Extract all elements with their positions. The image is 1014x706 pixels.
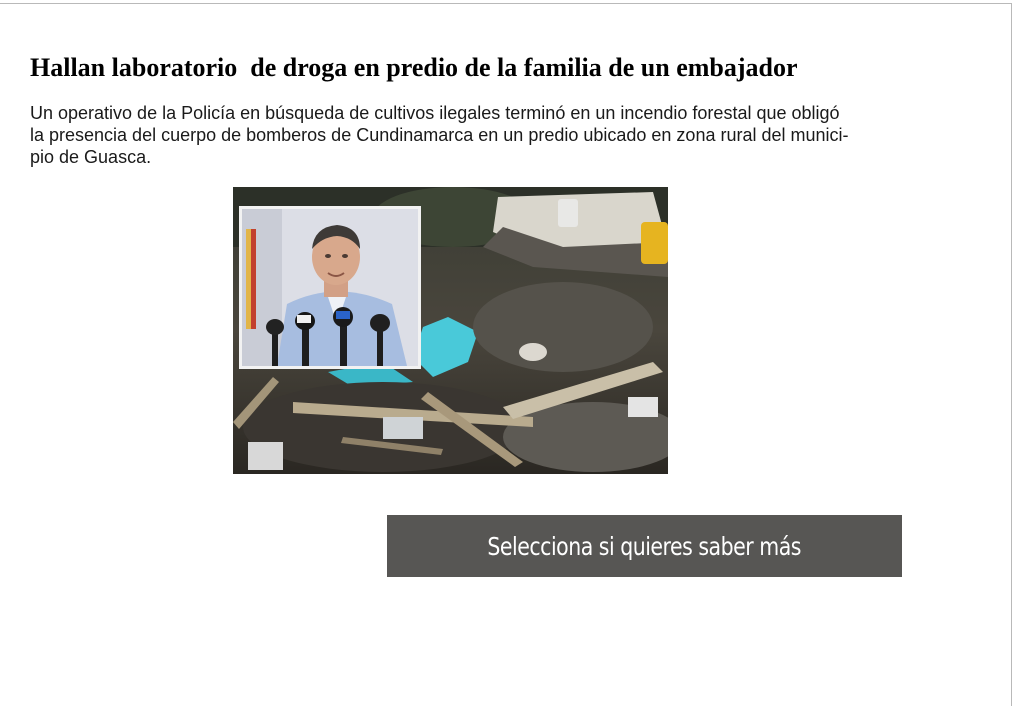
lead-line: la presencia del cuerpo de bomberos de C…	[30, 125, 849, 145]
press-conference-image	[242, 209, 418, 366]
article-lead: Un operativo de la Policía en búsqueda d…	[30, 102, 930, 168]
learn-more-button[interactable]: Selecciona si quieres saber más	[387, 515, 902, 577]
lead-line: pio de Guasca.	[30, 147, 152, 167]
top-divider	[0, 3, 1012, 4]
learn-more-label: Selecciona si quieres saber más	[487, 531, 802, 561]
inset-photo-press-conference	[239, 206, 421, 369]
lead-line: Un operativo de la Policía en búsqueda d…	[30, 103, 840, 123]
right-divider	[1011, 3, 1012, 706]
page: Hallan laboratorio de droga en predio de…	[0, 0, 1014, 706]
article-headline: Hallan laboratorio de droga en predio de…	[30, 53, 798, 82]
